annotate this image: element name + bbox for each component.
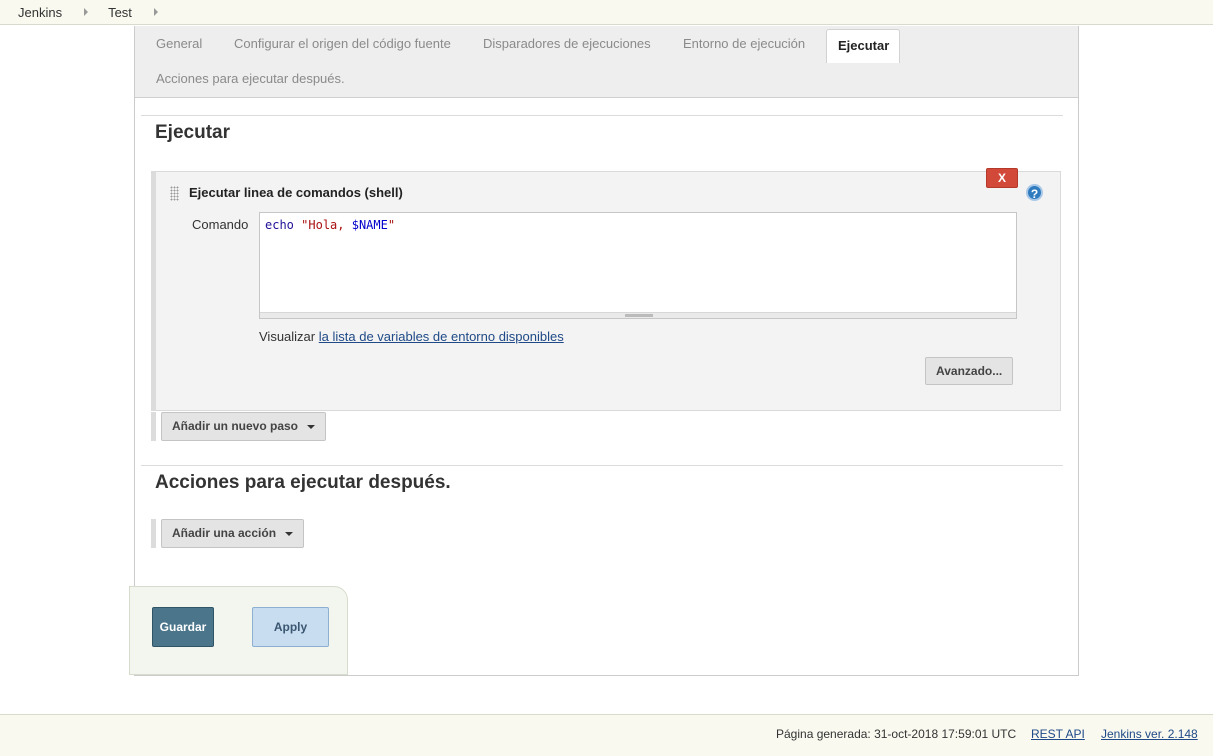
tab-scm[interactable]: Configurar el origen del código fuente (234, 36, 451, 51)
rest-api-link[interactable]: REST API (1031, 727, 1085, 741)
code-token-string: "Hola, (301, 218, 352, 232)
save-bar: Guardar Apply (129, 586, 348, 675)
save-button[interactable]: Guardar (152, 607, 214, 647)
add-post-build-action-label: Añadir una acción (172, 526, 277, 540)
add-post-build-action-button[interactable]: Añadir una acción (161, 519, 305, 548)
build-section-title: Ejecutar (155, 122, 230, 143)
help-icon[interactable]: ? (1026, 184, 1043, 201)
chevron-right-icon[interactable] (153, 8, 158, 16)
breadcrumb-item-test[interactable]: Test (88, 5, 132, 20)
tab-general[interactable]: General (156, 36, 202, 51)
add-step-wrapper: Añadir un nuevo paso (151, 412, 327, 441)
apply-button[interactable]: Apply (252, 607, 329, 647)
resize-grip-icon[interactable] (625, 314, 653, 317)
post-build-section-title: Acciones para ejecutar después. (155, 472, 451, 493)
add-action-wrapper: Añadir una acción (151, 519, 305, 548)
tab-post-build[interactable]: Acciones para ejecutar después. (156, 71, 345, 86)
breadcrumb: Jenkins Test (0, 0, 1213, 25)
editor-resize-bar[interactable] (260, 312, 1016, 318)
advanced-button[interactable]: Avanzado... (925, 357, 1014, 385)
tab-build[interactable]: Ejecutar (826, 29, 901, 63)
command-code[interactable]: echo "Hola, $NAME" (265, 218, 395, 232)
build-step-title: Ejecutar linea de comandos (shell) (189, 185, 403, 200)
env-vars-line: Visualizar la lista de variables de ento… (259, 329, 564, 344)
drag-handle-icon[interactable] (170, 186, 179, 201)
tab-environment[interactable]: Entorno de ejecución (683, 36, 805, 51)
caret-down-icon (307, 424, 316, 429)
build-step-shell: Ejecutar linea de comandos (shell) X ? C… (151, 168, 1061, 411)
config-panel: General Configurar el origen del código … (134, 26, 1079, 676)
command-editor[interactable]: echo "Hola, $NAME" (259, 212, 1017, 319)
jenkins-version-link[interactable]: Jenkins ver. 2.148 (1101, 727, 1198, 741)
config-tab-bar: General Configurar el origen del código … (135, 26, 1078, 98)
env-vars-prefix: Visualizar (259, 329, 316, 344)
env-vars-link[interactable]: la lista de variables de entorno disponi… (319, 329, 564, 344)
page-footer: Página generada: 31-oct-2018 17:59:01 UT… (0, 714, 1213, 756)
code-token-command: echo (265, 218, 294, 232)
section-divider (141, 465, 1063, 466)
add-build-step-button[interactable]: Añadir un nuevo paso (161, 412, 327, 441)
code-token-variable: $NAME (351, 218, 388, 232)
add-build-step-label: Añadir un nuevo paso (172, 419, 299, 433)
page-generated-text: Página generada: 31-oct-2018 17:59:01 UT… (776, 727, 1017, 741)
tab-triggers[interactable]: Disparadores de ejecuciones (483, 36, 651, 51)
command-label: Comando (192, 217, 249, 232)
caret-down-icon (285, 531, 294, 536)
breadcrumb-item-jenkins[interactable]: Jenkins (0, 5, 62, 20)
delete-step-button[interactable]: X (986, 168, 1018, 188)
section-divider (141, 115, 1063, 116)
code-token-string-end: " (387, 218, 396, 232)
